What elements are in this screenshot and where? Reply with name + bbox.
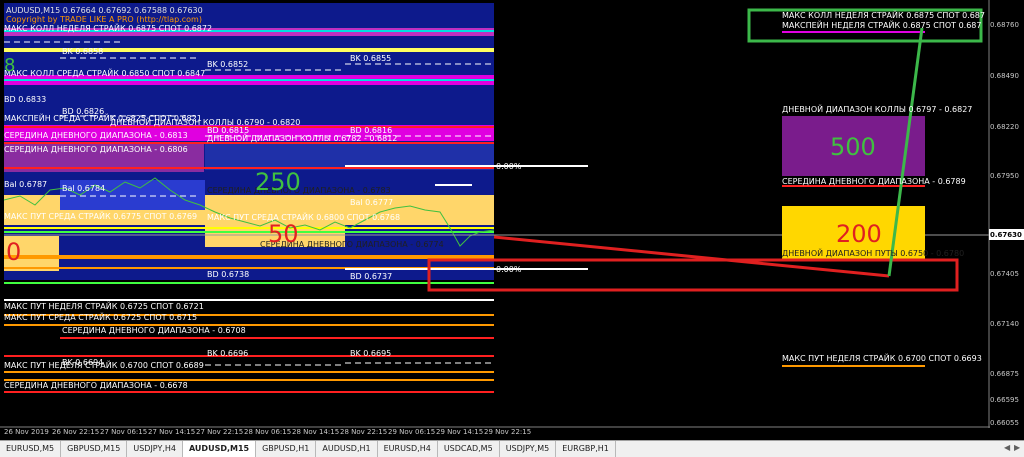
big-number: 0 [6, 238, 22, 266]
time-tick: 26 Nov 2019 [4, 428, 49, 436]
right-label: ДНЕВНОЙ ДИАПАЗОН ПУТЫ 0.6750 - 0.6780 [782, 249, 965, 258]
percent-label: 0.00% [496, 265, 522, 274]
level-label: ДНЕВНОЙ ДИАПАЗОН КОЛЛЫ 0.6790 - 0.6820 [110, 118, 301, 127]
right-label: ДНЕВНОЙ ДИАПАЗОН КОЛЛЫ 0.6797 - 0.6827 [782, 105, 973, 114]
level-label: BD 0.6737 [350, 272, 393, 281]
level-label: BK 0.6852 [207, 60, 249, 69]
tab-eurusd-m5[interactable]: EURUSD,M5 [0, 441, 62, 457]
tab-eurusd-h4[interactable]: EURUSD,H4 [378, 441, 438, 457]
big-number: 8 [4, 55, 16, 76]
level-label: BK 0.6855 [350, 54, 392, 63]
tab-usdjpy-h4[interactable]: USDJPY,H4 [127, 441, 183, 457]
box-number: 500 [830, 133, 876, 161]
level-label: ДНЕВНОЙ ДИАПАЗОН КОЛЛЫ 0.6782 - 0.6812 [207, 134, 398, 143]
chart-area[interactable]: AUDUSD,M15 0.67664 0.67692 0.67588 0.676… [0, 0, 1024, 440]
price-tick: 0.67950 [990, 172, 1019, 180]
level-label: СЕРЕДИНА ДНЕВНОГО ДИАПАЗОНА - 0.6813 [4, 131, 188, 140]
right-label: МАКС КОЛЛ НЕДЕЛЯ СТРАЙК 0.6875 СПОТ 0.68… [782, 11, 985, 20]
time-tick: 28 Nov 06:15 [244, 428, 292, 436]
chart-tab-bar: EURUSD,M5 GBPUSD,M15 USDJPY,H4 AUDUSD,M1… [0, 440, 1024, 457]
time-tick: 26 Nov 22:15 [52, 428, 100, 436]
box-number: 200 [836, 220, 882, 248]
level-label: BD 0.6833 [4, 95, 47, 104]
price-tick: 0.67405 [990, 270, 1019, 278]
price-tick: 0.68220 [990, 123, 1019, 131]
price-tick: 0.67140 [990, 320, 1019, 328]
level-label: BD 0.6738 [207, 270, 250, 279]
tab-audusd-h1[interactable]: AUDUSD,H1 [316, 441, 378, 457]
tab-eurgbp-h1[interactable]: EURGBP,H1 [556, 441, 616, 457]
tab-gbpusd-h1[interactable]: GBPUSD,H1 [256, 441, 317, 457]
level-label: BK 0.6694 [62, 358, 104, 367]
price-tick: 0.66595 [990, 396, 1019, 404]
level-label: BK 0.6696 [207, 349, 249, 358]
band [4, 255, 494, 259]
level-label: МАКС ПУТ НЕДЕЛЯ СТРАЙК 0.6725 СПОТ 0.672… [4, 302, 204, 311]
level-label: Bal 0.6787 [4, 180, 48, 189]
time-tick: 27 Nov 06:15 [100, 428, 148, 436]
level-label: МАКС ПУТ СРЕДА СТРАЙК 0.6725 СПОТ 0.6715 [4, 313, 198, 322]
level-label: МАКС ПУТ СРЕДА СТРАЙК 0.6775 СПОТ 0.6769 [4, 212, 198, 221]
level-label: МАКС ПУТ СРЕДА СТРАЙК 0.6800 СПОТ 0.6768 [207, 213, 401, 222]
tab-usdjpy-m5[interactable]: USDJPY,M5 [500, 441, 557, 457]
big-number: 250 [255, 168, 301, 196]
level-label: BK 0.6695 [350, 349, 392, 358]
price-tick: 0.66875 [990, 370, 1019, 378]
time-tick: 29 Nov 22:15 [484, 428, 532, 436]
current-price-tick: 0.67630 [990, 231, 1022, 239]
time-tick: 28 Nov 14:15 [292, 428, 340, 436]
copyright-text: Copyright by TRADE LIKE A PRO (http://tl… [6, 15, 202, 24]
time-tick: 29 Nov 14:15 [436, 428, 484, 436]
time-tick: 29 Nov 06:15 [388, 428, 436, 436]
time-tick: 28 Nov 22:15 [340, 428, 388, 436]
level-label: СЕРЕДИНА ДНЕВНОГО ДИАПАЗОНА - 0.6806 [4, 145, 188, 154]
level-label: BK 0.6858 [62, 47, 104, 56]
chart-header: AUDUSD,M15 0.67664 0.67692 0.67588 0.676… [6, 6, 203, 15]
right-label: МАКС ПУТ НЕДЕЛЯ СТРАЙК 0.6700 СПОТ 0.669… [782, 354, 982, 363]
level-label: Bal 0.6777 [350, 198, 394, 207]
right-label: МАКСПЕЙН НЕДЕЛЯ СТРАЙК 0.6875 СПОТ 0.687 [782, 21, 982, 30]
time-tick: 27 Nov 22:15 [196, 428, 244, 436]
level-label: Bal 0.6784 [62, 184, 106, 193]
big-number: 50 [268, 220, 299, 248]
level-label: СЕРЕДИНА ДНЕВНОГО ДИАПАЗОНА - 0.6708 [62, 326, 246, 335]
tab-scroll-left-icon[interactable]: ◀ [1004, 443, 1010, 452]
percent-label: 0.00% [496, 162, 522, 171]
price-tick: 0.68490 [990, 72, 1019, 80]
price-tick: 0.68760 [990, 21, 1019, 29]
tab-usdcad-m5[interactable]: USDCAD,M5 [438, 441, 500, 457]
tab-gbpusd-m15[interactable]: GBPUSD,M15 [61, 441, 128, 457]
level-label: МАКС КОЛЛ НЕДЕЛЯ СТРАЙК 0.6875 СПОТ 0.68… [4, 24, 213, 33]
level-label: МАКС ПУТ НЕДЕЛЯ СТРАЙК 0.6700 СПОТ 0.668… [4, 361, 204, 370]
tab-scroll-right-icon[interactable]: ▶ [1014, 443, 1020, 452]
level-label: МАКС КОЛЛ СРЕДА СТРАЙК 0.6850 СПОТ 0.684… [4, 69, 206, 78]
price-tick: 0.66055 [990, 419, 1019, 427]
level-label: СЕРЕДИНА ДНЕВНОГО ДИАПАЗОНА - 0.6678 [4, 381, 188, 390]
tab-audusd-m15[interactable]: AUDUSD,M15 [182, 441, 257, 457]
right-label: СЕРЕДИНА ДНЕВНОГО ДИАПАЗОНА - 0.6789 [782, 177, 966, 186]
time-tick: 27 Nov 14:15 [148, 428, 196, 436]
